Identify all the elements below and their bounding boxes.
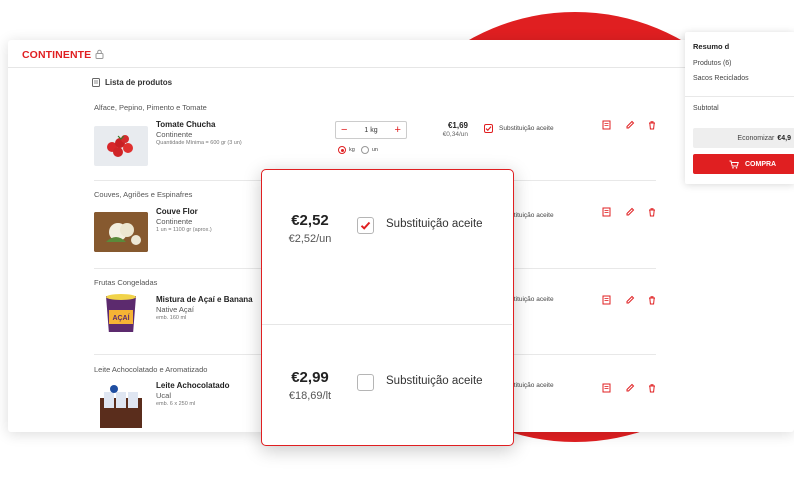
- product-image-cauliflower[interactable]: [94, 212, 148, 252]
- top-bar: CONTINENTE: [8, 40, 794, 68]
- product-list-header: Lista de produtos: [92, 78, 172, 87]
- product-image-tomato[interactable]: [94, 126, 148, 166]
- popup-unit-price: €2,52/un: [288, 233, 332, 245]
- save-amount: €4,9: [777, 134, 791, 142]
- quantity-value: 1 kg: [364, 126, 378, 134]
- notes-icon[interactable]: [602, 120, 612, 130]
- popup-substitution-label: Substituição aceite: [386, 218, 483, 230]
- unit-radio-un[interactable]: [360, 146, 369, 154]
- popup-unit-price: €18,69/lt: [288, 390, 332, 402]
- product-image-chocolate-milk[interactable]: [94, 384, 148, 432]
- product-quantity-info: 1 un = 1100 gr (aprox.): [156, 227, 212, 233]
- product-brand: Continente: [156, 130, 193, 139]
- product-quantity-info: Quantidade Mínima = 600 gr (3 un): [156, 140, 242, 146]
- plus-icon[interactable]: +: [395, 125, 401, 136]
- save-button[interactable]: Economizar €4,9: [693, 128, 794, 148]
- product-brand: Ucal: [156, 391, 172, 400]
- edit-icon[interactable]: [625, 120, 635, 130]
- substitution-label: Substituição aceite: [499, 125, 554, 132]
- trash-icon[interactable]: [647, 120, 657, 130]
- lock-icon: [95, 49, 104, 59]
- notes-icon[interactable]: [602, 207, 612, 217]
- notes-icon[interactable]: [602, 295, 612, 305]
- popup-divider: [262, 324, 512, 325]
- product-list-title: Lista de produtos: [105, 78, 173, 87]
- continente-logo[interactable]: CONTINENTE: [22, 49, 91, 61]
- summary-products: Produtos (6): [693, 60, 732, 67]
- product-quantity-info: emb. 160 ml: [156, 315, 187, 321]
- unit-option-kg: kg: [349, 147, 355, 153]
- popup-substitution-checkbox[interactable]: [357, 374, 374, 391]
- notes-icon[interactable]: [602, 383, 612, 393]
- trash-icon[interactable]: [647, 295, 657, 305]
- substitution-checkbox[interactable]: [484, 124, 493, 133]
- popup-price: €2,99: [291, 369, 329, 386]
- popup-substitution-checkbox[interactable]: [357, 217, 374, 234]
- summary-subtotal: Subtotal: [693, 105, 719, 112]
- buy-label: COMPRA: [745, 160, 777, 168]
- unit-radio-kg[interactable]: [338, 146, 346, 154]
- category-label: Alface, Pepino, Pimento e Tomate: [94, 103, 207, 112]
- list-icon: [92, 78, 100, 87]
- product-name[interactable]: Leite Achocolatado: [156, 381, 230, 390]
- product-unit-price: €0,34/un: [442, 131, 468, 138]
- unit-option-un: un: [371, 147, 378, 153]
- product-image-acai[interactable]: AÇAÍ: [94, 292, 148, 332]
- product-name[interactable]: Tomate Chucha: [156, 120, 215, 129]
- substitution-popup: €2,52 €2,52/un Substituição aceite €2,99…: [261, 169, 514, 446]
- trash-icon[interactable]: [647, 383, 657, 393]
- order-summary-panel: Resumo d Produtos (6) Sacos Reciclados S…: [685, 32, 794, 184]
- save-label: Economizar: [737, 134, 775, 142]
- category-label: Leite Achocolatado e Aromatizado: [94, 365, 208, 374]
- edit-icon[interactable]: [625, 383, 635, 393]
- buy-button[interactable]: COMPRA: [693, 154, 794, 174]
- product-price: €1,69: [447, 121, 468, 130]
- summary-title: Resumo d: [693, 42, 730, 51]
- product-brand: Native Açaí: [156, 305, 194, 314]
- svg-text:AÇAÍ: AÇAÍ: [112, 313, 130, 322]
- product-brand: Continente: [156, 217, 193, 226]
- popup-price: €2,52: [291, 212, 329, 229]
- check-icon: [485, 126, 492, 132]
- minus-icon[interactable]: −: [341, 125, 347, 136]
- trash-icon[interactable]: [647, 207, 657, 217]
- summary-bags: Sacos Reciclados: [693, 75, 749, 82]
- check-icon: [360, 221, 371, 230]
- cart-icon: [729, 160, 739, 169]
- edit-icon[interactable]: [625, 207, 635, 217]
- quantity-stepper[interactable]: − 1 kg +: [335, 121, 407, 139]
- category-label: Frutas Congeladas: [94, 278, 158, 287]
- unit-selector: kg un: [338, 146, 378, 154]
- category-label: Couves, Agriões e Espinafres: [94, 190, 193, 199]
- summary-divider: [685, 96, 794, 97]
- product-name[interactable]: Couve Flor: [156, 207, 198, 216]
- edit-icon[interactable]: [625, 295, 635, 305]
- popup-substitution-label: Substituição aceite: [386, 375, 483, 387]
- product-quantity-info: emb. 6 x 250 ml: [156, 401, 196, 407]
- product-name[interactable]: Mistura de Açaí e Banana: [156, 295, 253, 304]
